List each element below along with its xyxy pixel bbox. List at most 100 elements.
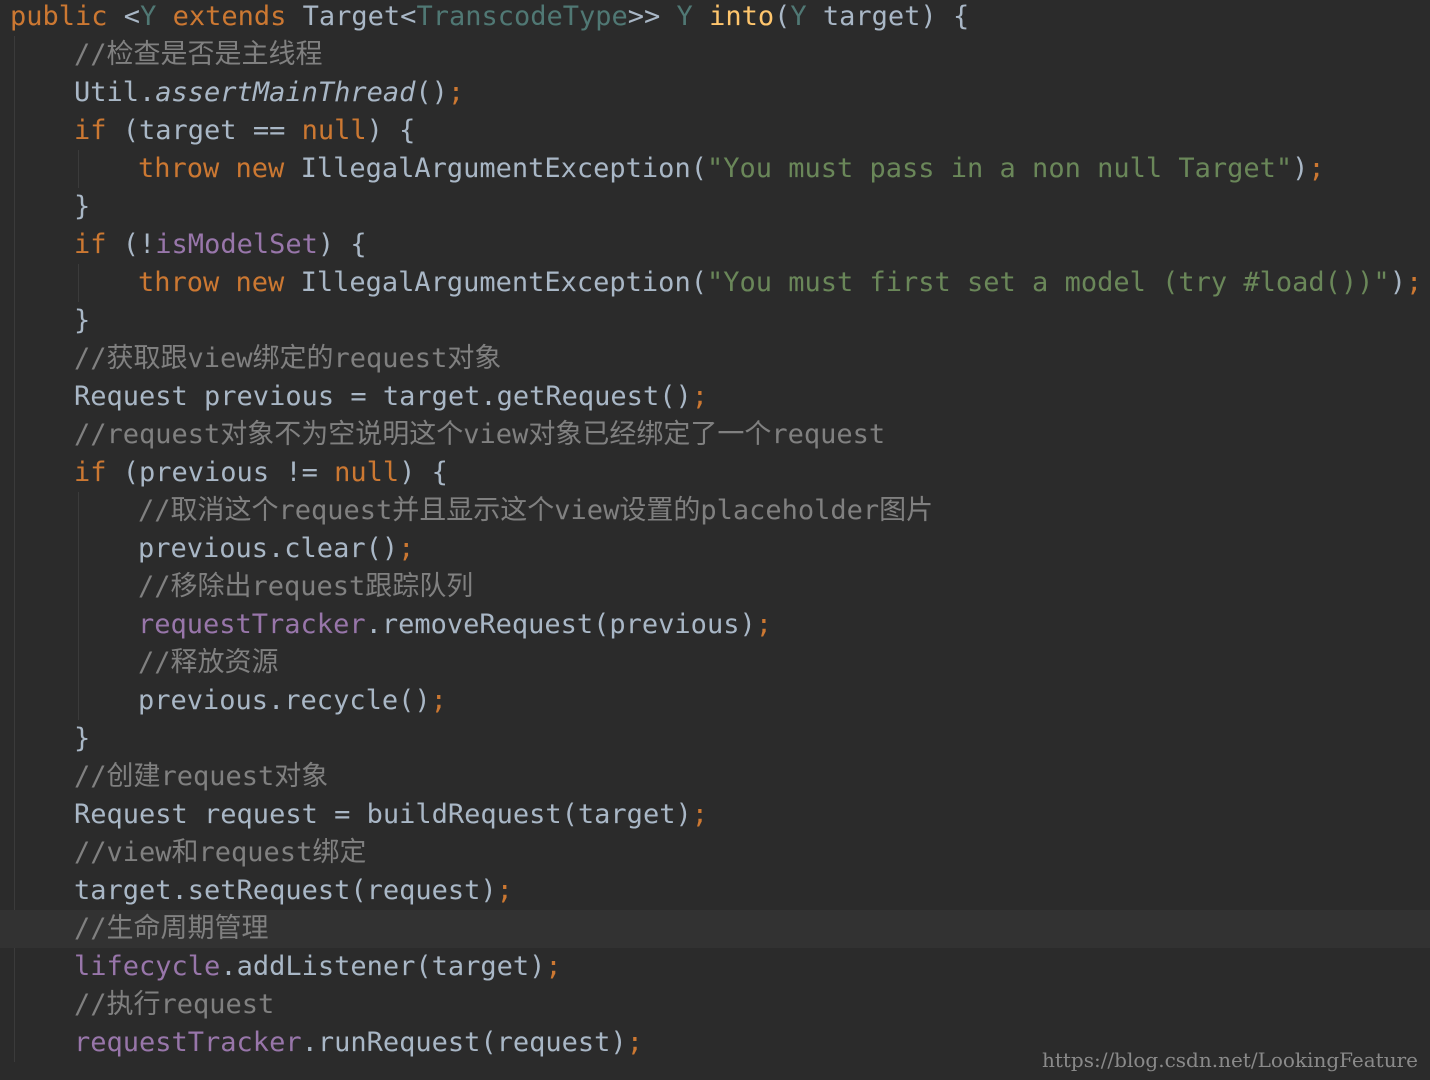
code-line: //request对象不为空说明这个view对象已经绑定了一个request (0, 416, 1430, 454)
code-line: //移除出request跟踪队列 (0, 568, 1430, 606)
code-token-field: requestTracker (74, 1027, 302, 1058)
code-token-plain: () (415, 77, 448, 108)
code-line: if (!isModelSet) { (0, 226, 1430, 264)
code-token-plain: } (74, 305, 91, 336)
code-token-plain: Target< (286, 1, 417, 32)
code-token-field: requestTracker (138, 609, 366, 640)
code-editor[interactable]: public <Y extends Target<TranscodeType>>… (0, 0, 1430, 1080)
code-token-semicolon: ; (496, 875, 513, 906)
code-token-plain: previous.recycle() (138, 685, 431, 716)
code-token-plain: previous.clear() (138, 533, 399, 564)
code-line: //执行request (0, 986, 1430, 1024)
code-token-method-def: into (709, 1, 775, 32)
code-token-keyword: if (74, 115, 107, 146)
code-line: } (0, 720, 1430, 758)
code-token-comment: //检查是否是主线程 (74, 39, 323, 70)
code-token-semicolon: ; (755, 609, 772, 640)
code-line: if (previous != null) { (0, 454, 1430, 492)
code-token-comment: //获取跟view绑定的request对象 (74, 343, 502, 374)
code-token-comment: //创建request对象 (74, 761, 329, 792)
code-line: //释放资源 (0, 644, 1430, 682)
code-token-semicolon: ; (691, 381, 708, 412)
code-token-plain: target) { (806, 1, 970, 32)
code-token-semicolon: ; (545, 951, 562, 982)
code-token-string: "You must first set a model (try #load()… (706, 267, 1390, 298)
code-token-plain: (target == (106, 115, 302, 146)
code-line: lifecycle.addListener(target); (0, 948, 1430, 986)
code-token-plain: ) { (399, 457, 448, 488)
code-token-plain: IllegalArgumentException( (284, 153, 707, 184)
code-token-keyword: extends (172, 1, 287, 32)
code-token-plain: (! (106, 229, 156, 260)
code-token-plain: Request previous = target.getRequest() (74, 381, 692, 412)
code-line-current: //生命周期管理 (0, 910, 1430, 948)
code-token-plain: .removeRequest(previous) (365, 609, 756, 640)
code-token-plain: < (107, 1, 141, 32)
code-token-semicolon: ; (398, 533, 415, 564)
watermark: https://blog.csdn.net/LookingFeature (1041, 1048, 1418, 1072)
code-token-keyword: public (10, 1, 108, 32)
code-token-plain: IllegalArgumentException( (284, 267, 707, 298)
code-line: //创建request对象 (0, 758, 1430, 796)
code-line: //获取跟view绑定的request对象 (0, 340, 1430, 378)
code-token-typeparam: TranscodeType (416, 1, 628, 32)
code-token-comment: //request对象不为空说明这个view对象已经绑定了一个request (74, 419, 886, 450)
code-token-field: isModelSet (155, 229, 318, 260)
code-line: } (0, 188, 1430, 226)
code-token-keyword: throw new (138, 267, 285, 298)
code-token-plain: assertMainThread (155, 77, 416, 108)
code-token-comment: //生命周期管理 (74, 913, 269, 944)
code-token-keyword: throw new (138, 153, 285, 184)
code-token-plain: ) { (317, 229, 367, 260)
code-token-comment: //移除出request跟踪队列 (138, 571, 474, 602)
code-line: if (target == null) { (0, 112, 1430, 150)
code-token-plain: ) { (366, 115, 416, 146)
code-token-typeparam: Y (790, 1, 807, 32)
code-token-semicolon: ; (1308, 153, 1325, 184)
code-token-comment: //执行request (74, 989, 275, 1020)
code-line: target.setRequest(request); (0, 872, 1430, 910)
code-token-string: "You must pass in a non null Target" (706, 153, 1293, 184)
code-token-semicolon: ; (430, 685, 447, 716)
code-token-plain: Request request = buildRequest(target) (74, 799, 692, 830)
code-token-plain: target.setRequest(request) (74, 875, 497, 906)
code-line: throw new IllegalArgumentException("You … (0, 264, 1430, 302)
code-token-comment: //取消这个request并且显示这个view设置的placeholder图片 (138, 495, 934, 526)
code-token-typeparam: Y (676, 1, 693, 32)
code-token-semicolon: ; (691, 799, 708, 830)
code-token-plain: ) (1292, 153, 1309, 184)
code-line: throw new IllegalArgumentException("You … (0, 150, 1430, 188)
code-token-keyword: if (74, 229, 107, 260)
code-token-comment: //view和request绑定 (74, 837, 367, 868)
code-token-plain: Util. (74, 77, 156, 108)
code-token-semicolon: ; (1405, 267, 1423, 298)
code-token-plain: ( (774, 1, 791, 32)
code-token-semicolon: ; (447, 77, 465, 108)
code-token-plain: >> (627, 1, 677, 32)
code-token-keyword: if (74, 457, 107, 488)
code-token-plain: .addListener(target) (220, 951, 546, 982)
code-line: previous.clear(); (0, 530, 1430, 568)
code-line: //取消这个request并且显示这个view设置的placeholder图片 (0, 492, 1430, 530)
code-line: requestTracker.removeRequest(previous); (0, 606, 1430, 644)
code-line: //view和request绑定 (0, 834, 1430, 872)
code-token-plain: ) (1389, 267, 1406, 298)
code-line: } (0, 302, 1430, 340)
code-line: //检查是否是主线程 (0, 36, 1430, 74)
code-token-plain: } (74, 723, 91, 754)
code-token-plain: .runRequest(request) (301, 1027, 627, 1058)
code-token-comment: //释放资源 (138, 647, 279, 678)
code-token-semicolon: ; (626, 1027, 643, 1058)
code-token-keyword: null (301, 115, 367, 146)
code-line: previous.recycle(); (0, 682, 1430, 720)
code-token-field: lifecycle (74, 951, 221, 982)
code-token-typeparam: Y (140, 1, 157, 32)
code-line: public <Y extends Target<TranscodeType>>… (0, 0, 1430, 36)
code-line: Request previous = target.getRequest(); (0, 378, 1430, 416)
code-token-plain: (previous != (106, 457, 335, 488)
code-token-plain: } (74, 191, 91, 222)
code-line: Util.assertMainThread(); (0, 74, 1430, 112)
code-token-keyword: null (334, 457, 400, 488)
